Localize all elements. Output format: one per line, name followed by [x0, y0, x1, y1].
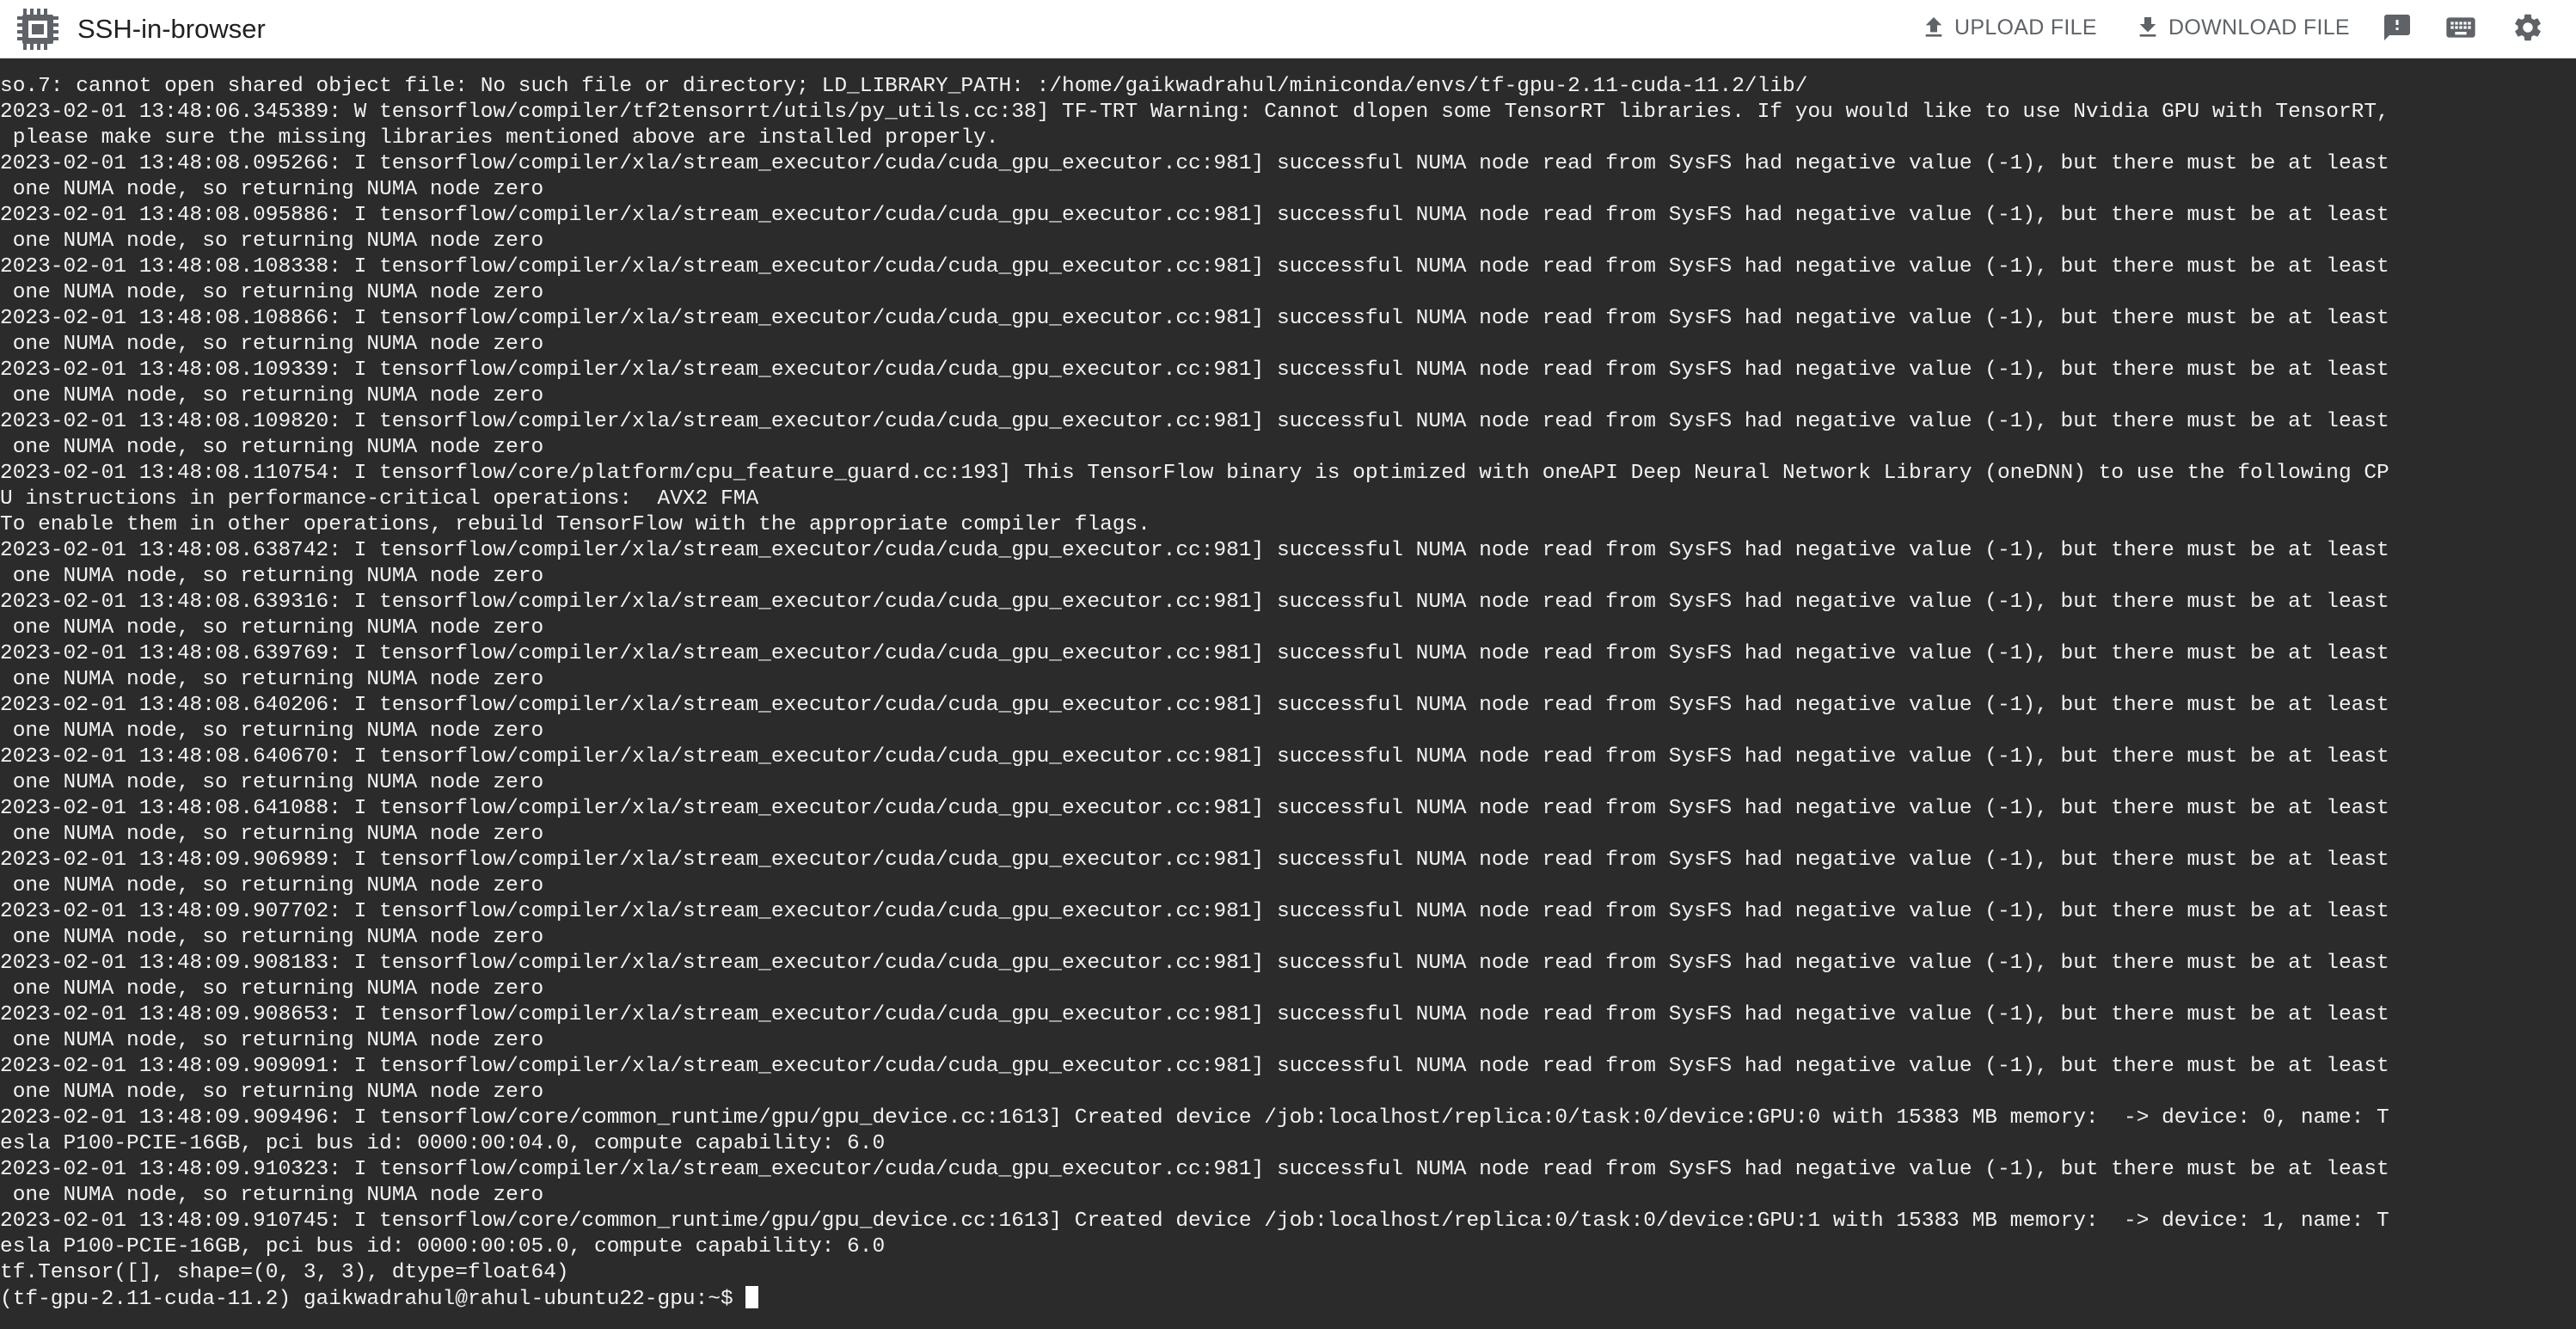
terminal-line: one NUMA node, so returning NUMA node ze…: [0, 720, 544, 743]
upload-icon: [1920, 14, 1947, 41]
terminal-line: one NUMA node, so returning NUMA node ze…: [0, 616, 544, 640]
terminal-line: one NUMA node, so returning NUMA node ze…: [0, 668, 544, 691]
feedback-icon: [2382, 12, 2413, 47]
terminal-line: one NUMA node, so returning NUMA node ze…: [0, 874, 544, 897]
chip-logo-icon: [14, 5, 62, 53]
terminal-line: one NUMA node, so returning NUMA node ze…: [0, 436, 544, 459]
terminal-line: 2023-02-01 13:48:09.908183: I tensorflow…: [0, 952, 2389, 975]
upload-file-label: UPLOAD FILE: [1954, 15, 2097, 40]
terminal-line: please make sure the missing libraries m…: [0, 126, 999, 150]
terminal-line: 2023-02-01 13:48:08.095266: I tensorflow…: [0, 152, 2389, 175]
gear-icon: [2512, 11, 2544, 48]
shell-prompt: (tf-gpu-2.11-cuda-11.2) gaikwadrahul@rah…: [0, 1288, 746, 1311]
terminal-line: 2023-02-01 13:48:09.906989: I tensorflow…: [0, 848, 2389, 872]
terminal-line: one NUMA node, so returning NUMA node ze…: [0, 1029, 544, 1052]
feedback-button[interactable]: [2378, 10, 2416, 48]
terminal-line: 2023-02-01 13:48:08.110754: I tensorflow…: [0, 462, 2389, 485]
terminal-line: one NUMA node, so returning NUMA node ze…: [0, 771, 544, 794]
download-file-button[interactable]: DOWNLOAD FILE: [2134, 9, 2350, 46]
terminal-line: 2023-02-01 13:48:08.640670: I tensorflow…: [0, 745, 2389, 769]
ssh-browser-window: SSH-in-browser UPLOAD FILE DOWNLOAD FILE: [0, 0, 2576, 1329]
terminal-line: one NUMA node, so returning NUMA node ze…: [0, 977, 544, 1001]
terminal-line: 2023-02-01 13:48:08.108338: I tensorflow…: [0, 255, 2389, 279]
keyboard-icon: [2444, 10, 2478, 49]
terminal-output[interactable]: so.7: cannot open shared object file: No…: [0, 58, 2576, 1329]
terminal-line: 2023-02-01 13:48:08.641088: I tensorflow…: [0, 797, 2389, 820]
terminal-line: To enable them in other operations, rebu…: [0, 513, 1150, 536]
terminal-line: 2023-02-01 13:48:08.109820: I tensorflow…: [0, 410, 2389, 433]
terminal-line: tf.Tensor([], shape=(0, 3, 3), dtype=flo…: [0, 1261, 569, 1284]
terminal-line: 2023-02-01 13:48:08.639316: I tensorflow…: [0, 591, 2389, 614]
terminal-line: esla P100-PCIE-16GB, pci bus id: 0000:00…: [0, 1235, 886, 1259]
terminal-line: 2023-02-01 13:48:09.908653: I tensorflow…: [0, 1003, 2389, 1026]
terminal-line: U instructions in performance-critical o…: [0, 487, 759, 511]
keyboard-button[interactable]: [2442, 10, 2480, 48]
prompt-line[interactable]: (tf-gpu-2.11-cuda-11.2) gaikwadrahul@rah…: [0, 1286, 759, 1312]
terminal-cursor: [745, 1286, 759, 1308]
terminal-line: 2023-02-01 13:48:08.109339: I tensorflow…: [0, 358, 2389, 382]
terminal-line: 2023-02-01 13:48:09.909496: I tensorflow…: [0, 1106, 2389, 1130]
header-bar: SSH-in-browser UPLOAD FILE DOWNLOAD FILE: [0, 0, 2576, 58]
upload-file-button[interactable]: UPLOAD FILE: [1920, 9, 2097, 46]
terminal-line: one NUMA node, so returning NUMA node ze…: [0, 1184, 544, 1207]
terminal-line: 2023-02-01 13:48:09.907702: I tensorflow…: [0, 900, 2389, 923]
terminal-line: 2023-02-01 13:48:09.910323: I tensorflow…: [0, 1158, 2389, 1181]
terminal-line: 2023-02-01 13:48:09.909091: I tensorflow…: [0, 1055, 2389, 1078]
terminal-line: one NUMA node, so returning NUMA node ze…: [0, 565, 544, 588]
terminal-line: one NUMA node, so returning NUMA node ze…: [0, 230, 544, 253]
terminal-line: 2023-02-01 13:48:08.095886: I tensorflow…: [0, 204, 2389, 227]
terminal-line: 2023-02-01 13:48:09.910745: I tensorflow…: [0, 1210, 2389, 1233]
terminal-line: one NUMA node, so returning NUMA node ze…: [0, 281, 544, 304]
terminal-line: one NUMA node, so returning NUMA node ze…: [0, 926, 544, 949]
terminal-line: 2023-02-01 13:48:08.640206: I tensorflow…: [0, 694, 2389, 717]
terminal-line: 2023-02-01 13:48:08.639769: I tensorflow…: [0, 642, 2389, 665]
settings-button[interactable]: [2509, 10, 2547, 48]
terminal-line: 2023-02-01 13:48:06.345389: W tensorflow…: [0, 101, 2389, 124]
app-title: SSH-in-browser: [77, 14, 266, 44]
download-icon: [2134, 14, 2162, 41]
terminal-line: esla P100-PCIE-16GB, pci bus id: 0000:00…: [0, 1132, 886, 1155]
terminal-line: one NUMA node, so returning NUMA node ze…: [0, 823, 544, 846]
terminal-line: one NUMA node, so returning NUMA node ze…: [0, 1081, 544, 1104]
download-file-label: DOWNLOAD FILE: [2168, 15, 2350, 40]
terminal-line: so.7: cannot open shared object file: No…: [0, 75, 1808, 98]
terminal-line: 2023-02-01 13:48:08.108866: I tensorflow…: [0, 307, 2389, 330]
terminal-line: 2023-02-01 13:48:08.638742: I tensorflow…: [0, 539, 2389, 562]
terminal-line: one NUMA node, so returning NUMA node ze…: [0, 178, 544, 201]
terminal-line: one NUMA node, so returning NUMA node ze…: [0, 333, 544, 356]
terminal-line: one NUMA node, so returning NUMA node ze…: [0, 384, 544, 407]
